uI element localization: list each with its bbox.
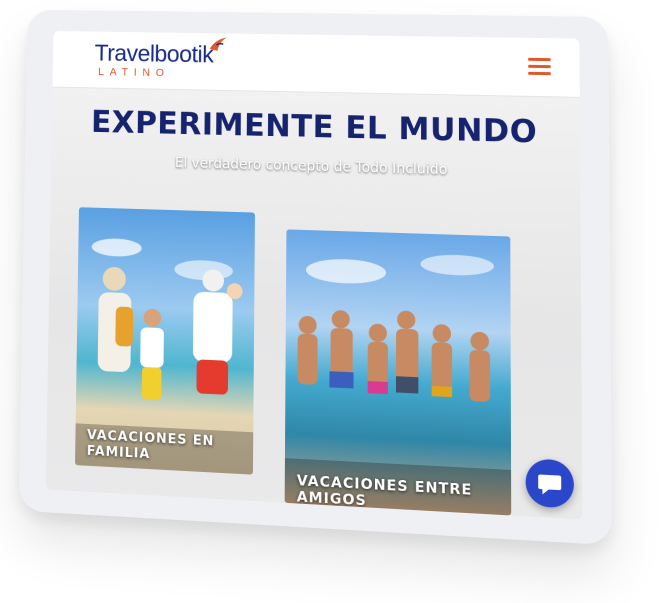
menu-bar bbox=[528, 71, 551, 76]
hero-subtitle: El verdadero concepto de Todo Incluido bbox=[174, 155, 448, 179]
friends-vacations-card[interactable]: VACACIONES ENTRE AMIGOS bbox=[284, 229, 512, 516]
menu-bar bbox=[528, 64, 551, 69]
brand-logo[interactable]: Travelbootik LATINO bbox=[94, 37, 228, 80]
logo-subtitle: LATINO bbox=[98, 66, 170, 80]
site-header: Travelbootik LATINO bbox=[52, 31, 580, 98]
menu-bar bbox=[528, 57, 551, 62]
family-vacations-card[interactable]: VACACIONES EN FAMILIA bbox=[75, 207, 255, 475]
friends-beach-photo bbox=[284, 253, 512, 516]
hamburger-menu-icon[interactable] bbox=[528, 57, 551, 76]
logo-wordmark: Travelbootik bbox=[94, 40, 214, 69]
chat-icon bbox=[538, 474, 562, 496]
tablet-frame: Travelbootik LATINO EXPERIMENTE EL MUNDO… bbox=[18, 9, 613, 546]
chat-button[interactable] bbox=[525, 458, 574, 509]
hero-title: EXPERIMENTE EL MUNDO bbox=[90, 104, 538, 151]
browser-viewport: Travelbootik LATINO EXPERIMENTE EL MUNDO… bbox=[45, 31, 583, 520]
bird-icon bbox=[209, 37, 228, 52]
